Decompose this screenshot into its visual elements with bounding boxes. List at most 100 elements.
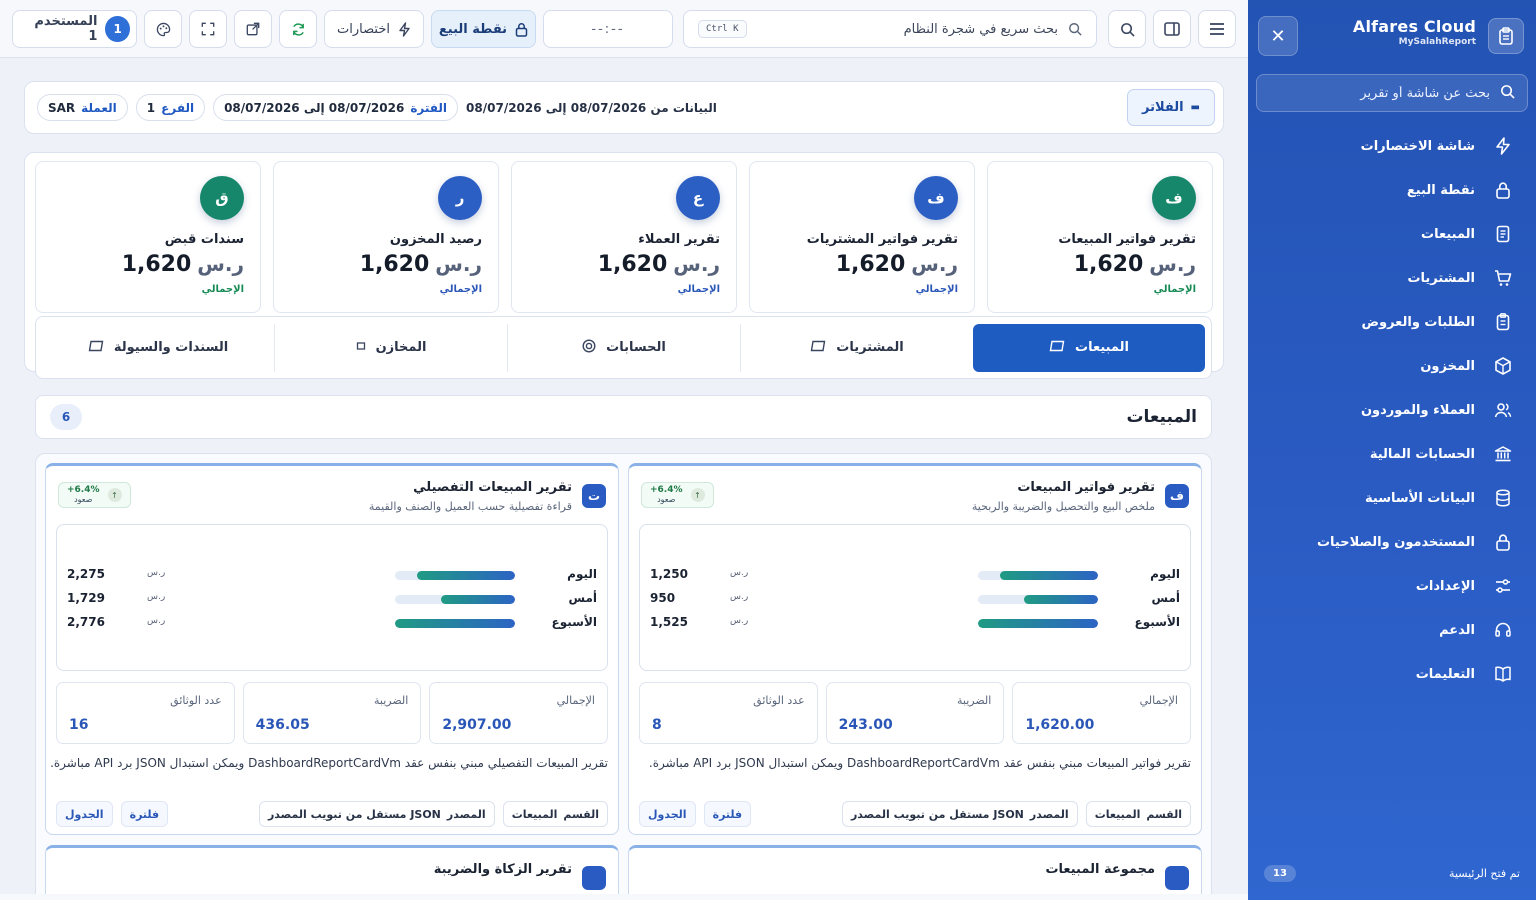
kpi-value-line: ر.س1,620 [836, 252, 958, 277]
sidebar-item-13[interactable]: التعليمات [1248, 652, 1536, 696]
filters-button[interactable]: ▬ الفلاتر [1127, 89, 1215, 126]
topbar: بحث سريع في شجرة النظام Ctrl K --:-- نقط… [0, 0, 1248, 58]
sidebar-item-1[interactable]: شاشة الاختصارات [1248, 124, 1536, 168]
kpi-currency: ر.س [673, 252, 720, 276]
sidebar-item-7[interactable]: العملاء والموردون [1248, 388, 1536, 432]
data-range-text: البيانات من 08/07/2026 إلى 08/07/2026 [466, 100, 717, 115]
card-chips: القسم المبيعات المصدر JSON مستقل من تبويب ا… [56, 801, 608, 827]
card-header: ت تقرير المبيعات التفصيلي قراءة تفصيلية حس… [58, 480, 606, 516]
lock-icon [515, 22, 528, 37]
bar-label: اليوم [567, 567, 597, 581]
brand-subtitle: MySalahReport [1398, 37, 1476, 47]
sidebar-toggle-button[interactable] [1153, 10, 1191, 48]
kpi-card[interactable]: ق سندات قبض ر.س1,620 الإجمالي [35, 161, 261, 313]
bar-chart: اليوم ر.س 1,250 أمس ر.س 950 الأسبوع ر.س 1,525 [639, 524, 1191, 671]
shortcuts-button[interactable]: اختصارات [324, 10, 424, 48]
sidebar-item-11[interactable]: الإعدادات [1248, 564, 1536, 608]
user-menu-button[interactable]: 1 المستخدم 1 [12, 10, 137, 48]
filter-button[interactable]: فلترة [703, 801, 752, 827]
sidebar-search-input[interactable] [1269, 85, 1490, 101]
menu-button[interactable] [1198, 10, 1236, 48]
currency-key: العملة [81, 100, 117, 115]
card-avatar: ف [1165, 484, 1189, 508]
sidebar-item-6[interactable]: المخزون [1248, 344, 1536, 388]
kpi-card[interactable]: ع تقرير العملاء ر.س1,620 الإجمالي [511, 161, 737, 313]
card-chips: القسم المبيعات المصدر JSON مستقل من تبويب ا… [639, 801, 1191, 827]
arrow-up-icon: ↑ [107, 488, 122, 502]
kpi-title: رصيد المخزون [389, 232, 482, 247]
theme-button[interactable] [144, 10, 182, 48]
refresh-button[interactable] [279, 10, 317, 48]
kpi-card[interactable]: ف تقرير فواتير المبيعات ر.س1,620 الإجمالي [987, 161, 1213, 313]
pos-button[interactable]: نقطة البيع [431, 10, 536, 48]
bar-track [395, 619, 515, 628]
tab-label: المشتريات [836, 340, 904, 355]
footer-status: تم فتح الرئيسية [1449, 866, 1520, 880]
sidebar-item-9[interactable]: البيانات الأساسية [1248, 476, 1536, 520]
open-external-button[interactable] [234, 10, 272, 48]
bar-label: الأسبوع [551, 615, 597, 629]
table-button[interactable]: الجدول [639, 801, 696, 827]
bar-currency: ر.س [147, 568, 166, 578]
open-count-badge: 13 [1264, 864, 1296, 882]
bolt-icon [399, 21, 410, 37]
card-stats: الإجمالي 2,907.00 الضريبة 436.05 عدد الوثائق… [55, 682, 608, 744]
bar-value: 2,776 [67, 615, 105, 629]
search-button[interactable] [1108, 10, 1146, 48]
chip-value: المبيعات [511, 807, 558, 821]
fullscreen-button[interactable] [189, 10, 227, 48]
kpi-currency: ر.س [197, 252, 244, 276]
tab-3[interactable]: الحسابات [507, 323, 740, 372]
kpi-card[interactable]: ر رصيد المخزون ر.س1,620 الإجمالي [273, 161, 499, 313]
sidebar-item-label: الطلبات والعروض [1361, 314, 1476, 330]
kpi-currency: ر.س [435, 252, 482, 276]
sidebar-item-3[interactable]: المبيعات [1248, 212, 1536, 256]
bar-fill [999, 571, 1098, 580]
report-card-partial: تقرير الزكاة والضريبة [45, 845, 619, 900]
bar-row: اليوم ر.س 2,275 [67, 565, 597, 585]
close-sidebar-button[interactable]: ✕ [1258, 16, 1298, 56]
sidebar-item-4[interactable]: المشتريات [1248, 256, 1536, 300]
external-link-icon [246, 22, 260, 36]
clipboard-icon [1493, 312, 1513, 332]
kpi-label: الإجمالي [439, 284, 482, 295]
sidebar-item-10[interactable]: المستخدمون والصلاحيات [1248, 520, 1536, 564]
tab-1[interactable]: المبيعات [973, 323, 1205, 372]
sidebar-item-label: المشتريات [1407, 270, 1475, 286]
bar-row: أمس ر.س 950 [650, 589, 1180, 609]
sidebar-item-8[interactable]: الحسابات المالية [1248, 432, 1536, 476]
tab-label: المخازن [375, 340, 427, 355]
table-button[interactable]: الجدول [56, 801, 113, 827]
quick-search[interactable]: بحث سريع في شجرة النظام Ctrl K [683, 10, 1097, 48]
users-icon [1493, 400, 1513, 420]
pos-label: نقطة البيع [438, 21, 508, 37]
sidebar-item-label: العملاء والموردون [1360, 402, 1475, 418]
sidebar-item-2[interactable]: نقطة البيع [1248, 168, 1536, 212]
card-title: تقرير الزكاة والضريبة [433, 862, 572, 877]
section-title: المبيعات [1126, 407, 1197, 427]
sidebar-item-label: المبيعات [1421, 226, 1475, 242]
tab-2[interactable]: المشتريات [740, 323, 973, 372]
lock-icon [1493, 180, 1513, 200]
user-badge: 1 [105, 16, 130, 42]
sidebar-item-5[interactable]: الطلبات والعروض [1248, 300, 1536, 344]
tab-4[interactable]: المخازن [274, 323, 507, 372]
currency-chip: العملة SAR [37, 94, 128, 121]
bar-currency: ر.س [730, 592, 749, 602]
kpi-label: الإجمالي [1153, 284, 1196, 295]
kpi-value-line: ر.س1,620 [122, 252, 244, 277]
kpi-avatar: ف [1152, 176, 1196, 220]
card-stats: الإجمالي 1,620.00 الضريبة 243.00 عدد الوثائق… [638, 682, 1191, 744]
filter-button[interactable]: فلترة [120, 801, 169, 827]
stat-key: عدد الوثائق [170, 694, 222, 707]
app-root: ✕ Alfares Cloud MySalahReport شاشة الاخت… [0, 0, 1536, 900]
tab-5[interactable]: السندات والسيولة [42, 324, 274, 372]
trend-label: صعود [657, 495, 676, 504]
trend-text: +6.4% صعود [67, 486, 100, 505]
kpi-card[interactable]: ف تقرير فواتير المشتريات ر.س1,620 الإجمالي [749, 161, 975, 313]
card-icon [88, 340, 104, 356]
card-title: تقرير فواتير المبيعات [1017, 480, 1155, 495]
kpi-value: 1,620 [1073, 252, 1144, 277]
sidebar-item-12[interactable]: الدعم [1248, 608, 1536, 652]
search-icon [1120, 22, 1135, 37]
